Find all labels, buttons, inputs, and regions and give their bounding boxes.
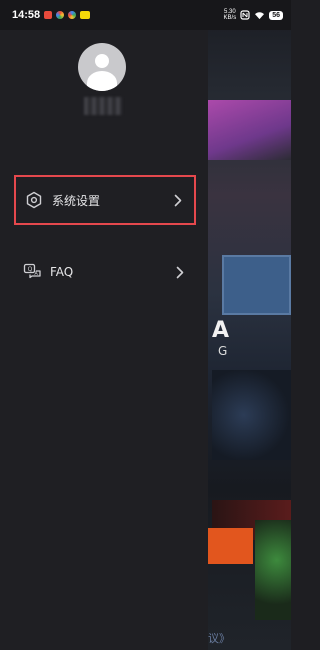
avatar[interactable] [78,43,126,91]
battery-indicator: 56 [269,10,283,20]
background-graphic [222,255,291,315]
menu-item-faq[interactable]: Q A FAQ [14,247,196,297]
status-left: 14:58 [12,9,91,21]
status-bar: 14:58 5.30 KB/s 56 [0,0,291,30]
navigation-drawer: 系统设置 Q A FAQ [0,0,208,650]
notification-app-icon [56,11,65,19]
network-speed-unit: KB/s [223,15,237,21]
notification-app-icon [80,11,91,19]
background-footer-text[interactable]: 议》 [208,630,230,646]
background-graphic [255,520,291,620]
username-redacted [84,97,122,115]
background-graphic [212,370,291,460]
hexagon-settings-icon [24,190,44,210]
notification-app-icon [44,11,53,19]
menu-item-label: FAQ [50,265,74,279]
background-logo-letter: A [212,318,230,343]
status-time: 14:58 [12,9,41,21]
background-logo-letter: G [218,344,230,358]
app-screen: A G 议》 14:58 5.30 KB/s 56 系统设置 Q A FAQ [0,0,291,650]
network-speed: 5.30 KB/s [224,9,237,21]
notification-app-icon [68,11,77,19]
avatar-body [87,71,117,91]
avatar-head [95,54,109,68]
faq-chat-icon: Q A [22,262,42,282]
svg-text:Q: Q [27,266,32,273]
svg-text:A: A [34,271,38,277]
menu-item-label: 系统设置 [52,193,101,208]
menu-item-system-settings[interactable]: 系统设置 [14,175,196,225]
background-action-button[interactable] [208,528,253,564]
status-right: 5.30 KB/s 56 [224,9,283,21]
chevron-right-icon [174,265,186,279]
chevron-right-icon [172,193,184,207]
nfc-icon [240,10,250,20]
background-graphic [208,100,291,160]
wifi-icon [255,11,265,19]
